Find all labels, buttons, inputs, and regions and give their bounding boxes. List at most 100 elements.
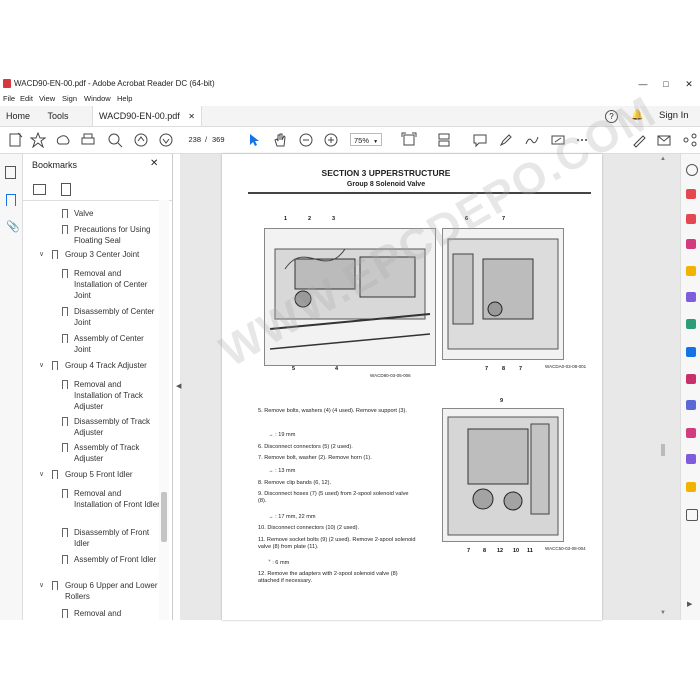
- menu-view[interactable]: View: [39, 94, 55, 103]
- print-icon[interactable]: [80, 132, 96, 148]
- bookmark-item[interactable]: Assembly of Center Joint: [74, 333, 160, 355]
- close-tab-icon[interactable]: ✕: [188, 112, 195, 121]
- callout-8: 8: [502, 366, 506, 372]
- bookmark-item[interactable]: Disassembly of Track Adjuster: [74, 416, 160, 438]
- bookmark-group[interactable]: Group 5 Front Idler: [65, 469, 160, 480]
- close-panel-icon[interactable]: ✕: [150, 158, 158, 169]
- page-number-input[interactable]: 238: [183, 135, 201, 144]
- document-scrollbar-thumb[interactable]: [661, 444, 665, 456]
- document-scrollbar[interactable]: ▲ ▼: [658, 154, 668, 620]
- scroll-mode-icon[interactable]: [436, 132, 452, 148]
- comment-tool-icon[interactable]: [686, 266, 696, 276]
- bookmark-icon: [52, 470, 58, 479]
- bookmark-group[interactable]: Group 3 Center Joint: [65, 249, 160, 260]
- page-separator: /: [205, 135, 208, 144]
- close-window-button[interactable]: ✕: [679, 78, 699, 90]
- menu-file[interactable]: File: [3, 94, 15, 103]
- zoom-level-value: 75%: [354, 136, 370, 145]
- menu-bar: File Edit View Sign Window Help: [0, 93, 700, 106]
- compress-pdf-icon[interactable]: [686, 482, 696, 492]
- bookmark-scrollbar-thumb[interactable]: [161, 492, 167, 542]
- previous-page-icon[interactable]: [133, 132, 149, 148]
- create-pdf-icon[interactable]: [686, 214, 696, 224]
- collapse-right-icon[interactable]: ▶: [687, 600, 692, 608]
- zoom-out-icon[interactable]: [298, 132, 314, 148]
- bookmark-icon: [62, 225, 68, 234]
- upload-cloud-icon[interactable]: [55, 132, 71, 148]
- bookmark-star-icon[interactable]: [29, 131, 47, 149]
- bookmark-item[interactable]: Removal and Installation of Track Adjust…: [74, 379, 160, 412]
- bookmark-item[interactable]: Assembly of Track Adjuster: [74, 442, 160, 464]
- send-for-signature-icon[interactable]: [686, 454, 696, 464]
- bookmarks-panel: Bookmarks ✕ Valve Precautions for Using F…: [23, 154, 173, 620]
- figure-3: [442, 408, 564, 542]
- menu-help[interactable]: Help: [117, 94, 132, 103]
- search-icon[interactable]: [107, 132, 123, 148]
- edit-pdf-icon[interactable]: [686, 239, 696, 249]
- figure-3-drawing: [447, 416, 559, 536]
- attachments-icon[interactable]: 📎: [6, 220, 20, 233]
- prepare-form-icon[interactable]: [686, 428, 696, 438]
- zoom-level-select[interactable]: 75% ▼: [350, 133, 382, 146]
- wrench-icon: →: [268, 432, 274, 438]
- page-thumbnails-icon[interactable]: [5, 166, 16, 179]
- bookmark-item[interactable]: Removal and: [74, 608, 160, 619]
- maximize-button[interactable]: □: [656, 78, 676, 90]
- more-tools-settings-icon[interactable]: [686, 509, 698, 521]
- zoom-in-icon[interactable]: [323, 132, 339, 148]
- new-bookmark-icon[interactable]: [61, 183, 71, 196]
- tab-home[interactable]: Home: [0, 106, 36, 126]
- chevron-down-icon[interactable]: ∨: [39, 470, 44, 478]
- bookmarks-panel-icon[interactable]: [6, 194, 16, 206]
- sign-in-button[interactable]: Sign In: [659, 110, 689, 121]
- bookmark-item[interactable]: Assembly of Front Idler: [74, 554, 160, 565]
- organize-pages-icon[interactable]: [686, 319, 696, 329]
- bookmark-item[interactable]: Valve: [74, 208, 160, 219]
- bookmark-group[interactable]: Group 4 Track Adjuster: [65, 360, 160, 371]
- callout-12: 12: [497, 548, 504, 554]
- bookmark-group[interactable]: Group 6 Upper and Lower Rollers: [65, 580, 160, 602]
- callout-4: 4: [335, 366, 339, 372]
- menu-sign[interactable]: Sign: [62, 94, 77, 103]
- chevron-down-icon[interactable]: ∨: [39, 361, 44, 369]
- bookmark-icon: [62, 555, 68, 564]
- bookmark-item[interactable]: Precautions for Using Floating Seal: [74, 224, 160, 246]
- bookmark-item[interactable]: Removal and Installation of Front Idler: [74, 488, 160, 510]
- tab-document[interactable]: WACD90-EN-00.pdf ✕: [92, 106, 202, 126]
- email-icon[interactable]: [656, 132, 672, 148]
- hand-tool-icon[interactable]: [272, 132, 288, 148]
- select-cursor-icon[interactable]: [246, 132, 262, 148]
- share-icon[interactable]: [682, 132, 698, 148]
- bookmark-item[interactable]: Disassembly of Front Idler: [74, 527, 160, 549]
- scroll-down-icon[interactable]: ▼: [660, 610, 666, 616]
- bookmark-options-icon[interactable]: [33, 184, 46, 195]
- chevron-down-icon[interactable]: ∨: [39, 581, 44, 589]
- tab-tools[interactable]: Tools: [40, 106, 76, 126]
- create-icon[interactable]: [7, 132, 23, 148]
- fit-page-icon[interactable]: [401, 132, 417, 148]
- bookmark-scrollbar[interactable]: [159, 200, 169, 620]
- menu-window[interactable]: Window: [84, 94, 111, 103]
- window-title: WACD90-EN-00.pdf - Adobe Acrobat Reader …: [14, 79, 215, 88]
- highlight-pen-icon[interactable]: [498, 132, 514, 148]
- protect-icon[interactable]: [686, 400, 696, 410]
- scan-ocr-icon[interactable]: [686, 347, 696, 357]
- step-7-tool: → : 13 mm: [268, 468, 428, 475]
- collapse-left-icon[interactable]: ◀: [176, 382, 181, 390]
- comment-icon[interactable]: [472, 132, 488, 148]
- scroll-up-icon[interactable]: ▲: [660, 156, 666, 162]
- search-tools-icon[interactable]: [686, 164, 698, 176]
- bookmark-item[interactable]: Disassembly of Center Joint: [74, 306, 160, 328]
- fill-and-sign-icon[interactable]: [686, 374, 696, 384]
- bookmark-item[interactable]: Removal and Installation of Center Joint: [74, 268, 160, 301]
- menu-edit[interactable]: Edit: [20, 94, 33, 103]
- bookmark-icon: [62, 489, 68, 498]
- bookmark-icon: [62, 380, 68, 389]
- combine-files-icon[interactable]: [686, 292, 696, 302]
- next-page-icon[interactable]: [158, 132, 174, 148]
- callout-7-a: 7: [485, 366, 489, 372]
- callout-10: 10: [513, 548, 520, 554]
- chevron-down-icon[interactable]: ∨: [39, 250, 44, 258]
- export-pdf-icon[interactable]: [686, 189, 696, 199]
- hex-key-icon: ⌝: [268, 560, 271, 566]
